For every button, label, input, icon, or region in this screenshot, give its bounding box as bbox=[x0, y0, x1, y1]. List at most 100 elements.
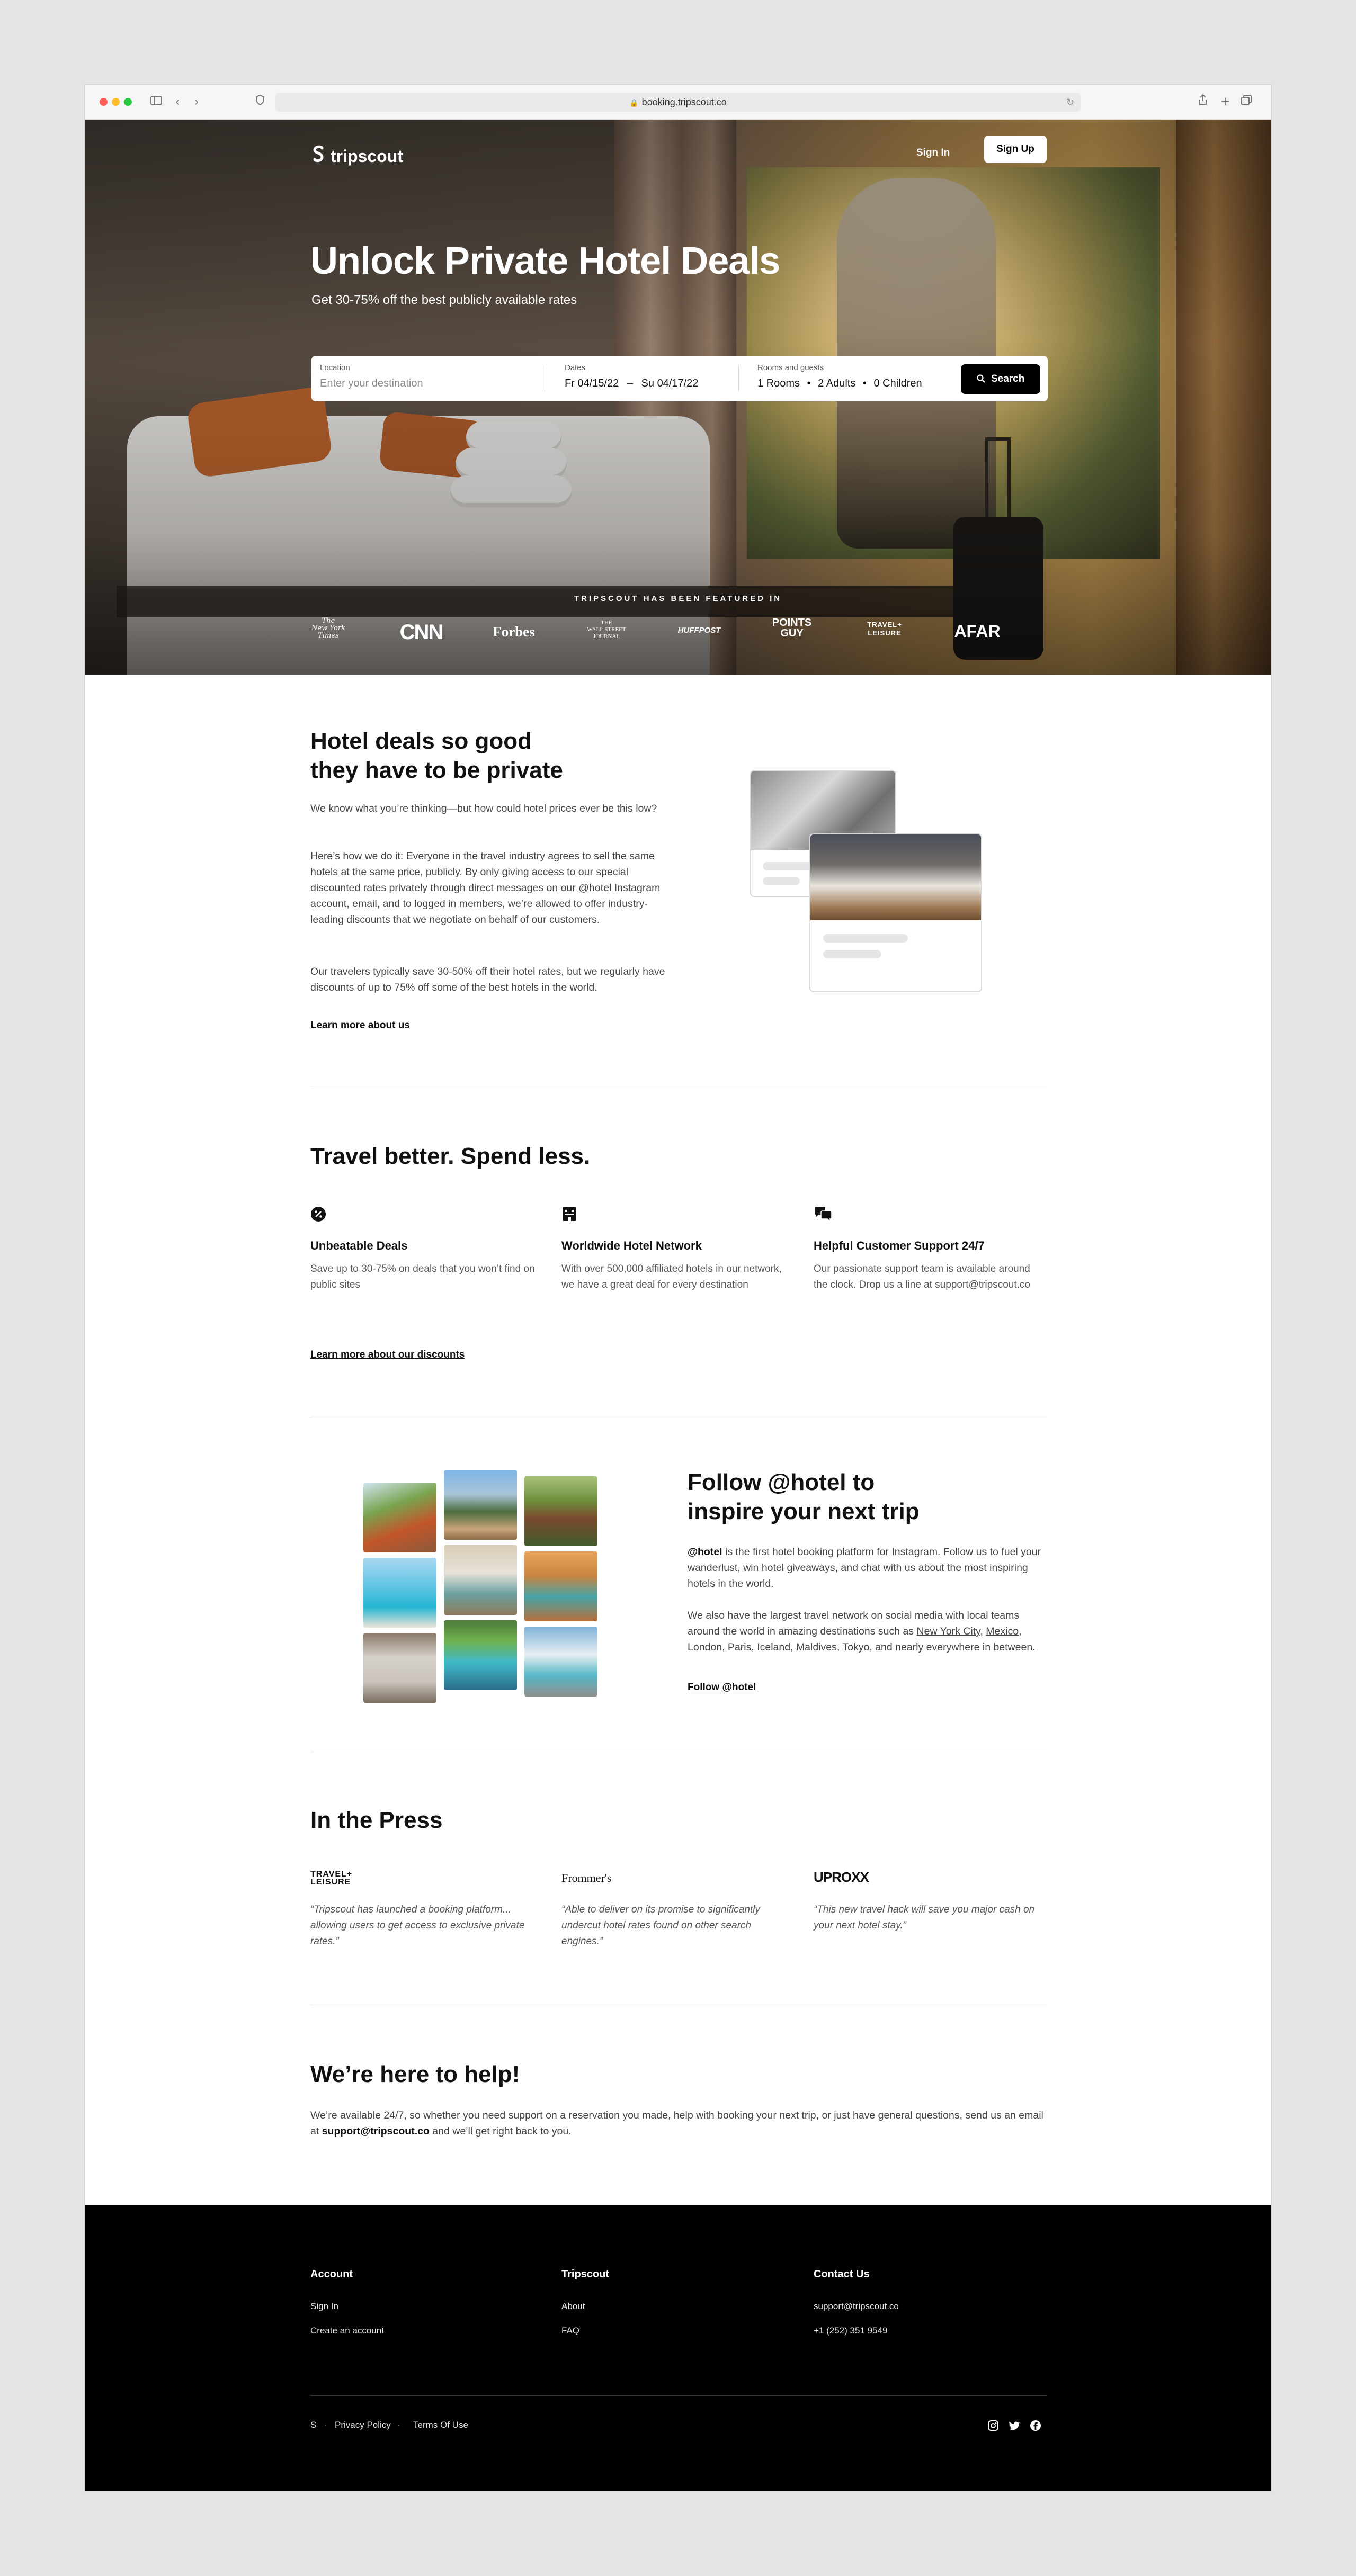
forward-icon[interactable]: › bbox=[189, 93, 204, 111]
twitter-icon[interactable] bbox=[1009, 2420, 1020, 2431]
press-quote: “Tripscout has launched a booking platfo… bbox=[310, 1904, 525, 1947]
city-link[interactable]: Tokyo bbox=[842, 1641, 869, 1653]
signin-link[interactable]: Sign In bbox=[916, 147, 950, 159]
cnn-logo: CNN bbox=[399, 621, 444, 644]
reload-icon[interactable]: ↻ bbox=[1066, 93, 1074, 112]
signup-button[interactable]: Sign Up bbox=[984, 136, 1047, 163]
feature-title: Worldwide Hotel Network bbox=[561, 1239, 702, 1252]
feature-text: With over 500,000 affiliated hotels in o… bbox=[561, 1263, 782, 1290]
privacy-shield-icon[interactable] bbox=[252, 93, 268, 111]
share-icon[interactable] bbox=[1195, 93, 1211, 111]
city-link[interactable]: New York City bbox=[917, 1626, 980, 1637]
zoom-window-button[interactable] bbox=[124, 98, 132, 106]
footer: Account Sign In Create an account Tripsc… bbox=[85, 2205, 1271, 2491]
new-tab-icon[interactable]: + bbox=[1217, 93, 1233, 111]
footer-separator: · bbox=[397, 2420, 400, 2430]
instagram-photo[interactable] bbox=[363, 1558, 436, 1628]
hero-subtitle: Get 30-75% off the best publicly availab… bbox=[311, 293, 577, 307]
privacy-policy-link[interactable]: Privacy Policy bbox=[335, 2420, 391, 2430]
footer-create-account-link[interactable]: Create an account bbox=[310, 2326, 384, 2336]
follow-network: We also have the largest travel network … bbox=[688, 1610, 1036, 1653]
travel-title: Travel better. Spend less. bbox=[310, 1143, 591, 1169]
follow-hotel-link[interactable]: Follow @hotel bbox=[688, 1682, 756, 1693]
instagram-handle[interactable]: @hotel bbox=[688, 1546, 722, 1558]
url-text: booking.tripscout.co bbox=[641, 97, 727, 107]
hero-section: tripscout Sign In Sign Up Unlock Private… bbox=[85, 120, 1271, 675]
footer-divider bbox=[310, 2395, 1047, 2396]
city-link[interactable]: London bbox=[688, 1641, 722, 1653]
tripscout-logo-icon bbox=[311, 145, 325, 168]
instagram-photo[interactable] bbox=[524, 1627, 597, 1697]
bullet: • bbox=[807, 378, 811, 389]
huffpost-logo: HUFFPOST bbox=[677, 626, 721, 635]
location-field[interactable]: Location Enter your destination bbox=[320, 363, 542, 390]
feature-text: Our passionate support team is available… bbox=[814, 1263, 1030, 1290]
travel-leisure-press-logo: TRAVEL+ LEISURE bbox=[310, 1870, 353, 1887]
wsj-logo: THE WALL STREET JOURNAL bbox=[587, 620, 626, 640]
footer-phone-link[interactable]: +1 (252) 351 9549 bbox=[814, 2326, 887, 2336]
instagram-photo[interactable] bbox=[444, 1470, 517, 1540]
city-link[interactable]: Iceland bbox=[757, 1641, 790, 1653]
footer-email-link[interactable]: support@tripscout.co bbox=[814, 2301, 899, 2312]
frommers-press-logo: Frommer's bbox=[561, 1871, 612, 1884]
dates-label: Dates bbox=[565, 363, 586, 372]
city-link[interactable]: Maldives bbox=[796, 1641, 837, 1653]
city-link[interactable]: Paris bbox=[728, 1641, 751, 1653]
search-button[interactable]: Search bbox=[961, 364, 1040, 394]
facebook-icon[interactable] bbox=[1030, 2420, 1041, 2431]
footer-faq-link[interactable]: FAQ bbox=[561, 2326, 579, 2336]
about-title: Hotel deals so good they have to be priv… bbox=[310, 726, 563, 785]
learn-more-discounts-link[interactable]: Learn more about our discounts bbox=[310, 1349, 465, 1361]
instagram-photo[interactable] bbox=[444, 1545, 517, 1615]
instagram-icon[interactable] bbox=[987, 2420, 999, 2431]
support-email-link[interactable]: support@tripscout.co bbox=[322, 2125, 430, 2137]
footer-signin-link[interactable]: Sign In bbox=[310, 2301, 338, 2312]
featured-in-label: TRIPSCOUT HAS BEEN FEATURED IN bbox=[574, 594, 782, 603]
nyt-logo: The New York Times bbox=[311, 617, 345, 640]
feature-title: Helpful Customer Support 24/7 bbox=[814, 1239, 985, 1252]
follow-title-line: inspire your next trip bbox=[688, 1498, 920, 1524]
footer-about-link[interactable]: About bbox=[561, 2301, 585, 2312]
about-title-line: they have to be private bbox=[310, 757, 563, 783]
instagram-photo[interactable] bbox=[524, 1551, 597, 1621]
sidebar-toggle-icon[interactable] bbox=[148, 93, 164, 111]
help-title: We’re here to help! bbox=[310, 2061, 520, 2087]
location-input[interactable]: Enter your destination bbox=[320, 378, 542, 390]
dates-value[interactable]: Fr 04/15/22 – Su 04/17/22 bbox=[565, 378, 698, 390]
rooms-count: 1 Rooms bbox=[757, 378, 800, 389]
minimize-window-button[interactable] bbox=[112, 98, 120, 106]
address-bar[interactable]: 🔒 booking.tripscout.co ↻ bbox=[275, 93, 1081, 112]
dates-field[interactable]: Dates Fr 04/15/22 – Su 04/17/22 bbox=[565, 363, 698, 390]
instagram-photo[interactable] bbox=[524, 1476, 597, 1546]
location-label: Location bbox=[320, 363, 350, 372]
about-how-it-works: Here’s how we do it: Everyone in the tra… bbox=[310, 848, 671, 928]
brand-name: tripscout bbox=[331, 147, 403, 166]
brand-logo[interactable]: tripscout bbox=[311, 145, 403, 168]
footer-contact-title: Contact Us bbox=[814, 2268, 870, 2280]
lock-icon: 🔒 bbox=[629, 98, 639, 107]
follow-title: Follow @hotel to inspire your next trip bbox=[688, 1468, 920, 1526]
hotel-card-illustration bbox=[809, 833, 982, 992]
follow-title-line: Follow @hotel to bbox=[688, 1469, 875, 1495]
close-window-button[interactable] bbox=[100, 98, 108, 106]
learn-more-about-us-link[interactable]: Learn more about us bbox=[310, 1020, 410, 1031]
browser-window: ‹ › 🔒 booking.tripscout.co ↻ + tripscout… bbox=[85, 85, 1271, 2491]
footer-brand-glyph: S bbox=[310, 2420, 317, 2430]
instagram-photo[interactable] bbox=[363, 1633, 436, 1703]
guests-field[interactable]: Rooms and guests 1 Rooms • 2 Adults • 0 … bbox=[757, 363, 922, 390]
hotel-room-photo bbox=[810, 834, 981, 920]
guests-value[interactable]: 1 Rooms • 2 Adults • 0 Children bbox=[757, 378, 922, 390]
instagram-photo[interactable] bbox=[444, 1620, 517, 1690]
press-quote: “Able to deliver on its promise to signi… bbox=[561, 1904, 760, 1947]
chat-bubbles-icon bbox=[814, 1206, 832, 1223]
search-form: Location Enter your destination Dates Fr… bbox=[311, 356, 1048, 401]
city-link[interactable]: Mexico bbox=[986, 1626, 1019, 1637]
discount-badge-icon bbox=[310, 1206, 326, 1222]
tab-overview-icon[interactable] bbox=[1238, 93, 1254, 111]
terms-of-use-link[interactable]: Terms Of Use bbox=[413, 2420, 468, 2430]
instagram-handle-link[interactable]: @hotel bbox=[578, 882, 611, 894]
divider bbox=[738, 365, 739, 392]
back-icon[interactable]: ‹ bbox=[170, 93, 185, 111]
follow-intro: @hotel is the first hotel booking platfo… bbox=[688, 1544, 1048, 1592]
instagram-photo[interactable] bbox=[363, 1483, 436, 1552]
